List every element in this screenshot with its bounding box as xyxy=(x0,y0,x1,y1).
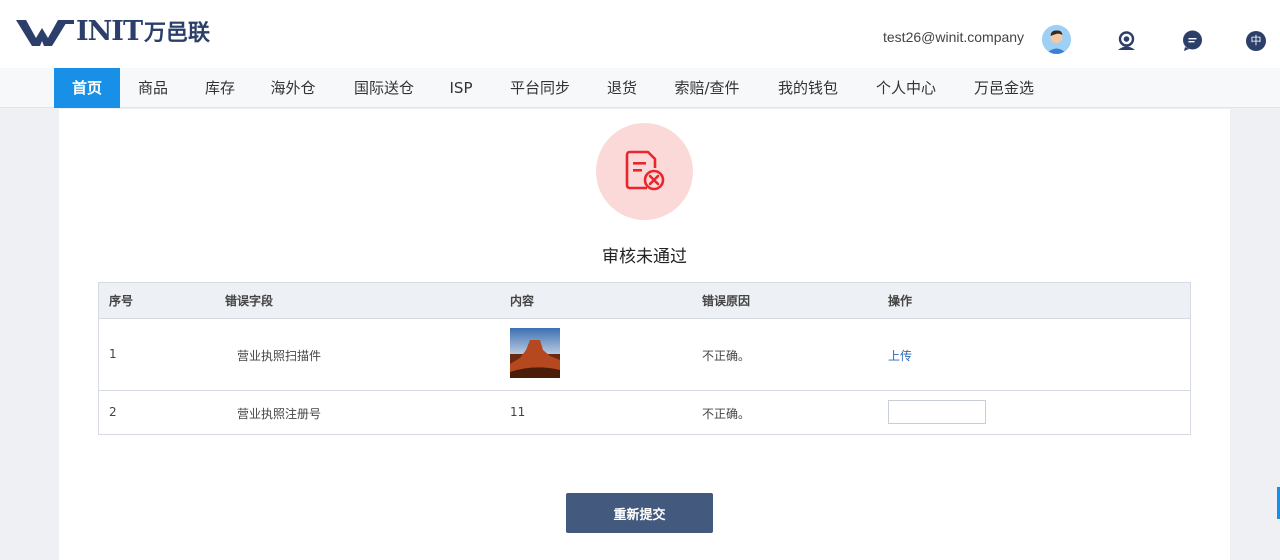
error-table: 序号 错误字段 内容 错误原因 操作 1 营业执照扫描件 不正确。 上传 2 营… xyxy=(98,282,1191,435)
header-index: 序号 xyxy=(109,294,134,308)
logo-w-mark xyxy=(16,20,74,46)
nav-item-inventory[interactable]: 库存 xyxy=(192,68,248,108)
nav-item-platform-sync[interactable]: 平台同步 xyxy=(498,68,582,108)
language-icon[interactable]: 中 xyxy=(1246,31,1266,51)
row-index: 2 xyxy=(109,405,117,419)
header-content: 内容 xyxy=(510,294,535,308)
table-row: 2 营业执照注册号 11 不正确。 xyxy=(99,391,1190,434)
nav-item-overseas-warehouse[interactable]: 海外仓 xyxy=(258,68,328,108)
nav-item-claims[interactable]: 索赔/查件 xyxy=(662,68,752,108)
header-action: 操作 xyxy=(888,294,913,308)
image-thumbnail xyxy=(510,328,560,378)
upload-link[interactable]: 上传 xyxy=(888,347,912,364)
nav-item-winit-select[interactable]: 万邑金选 xyxy=(962,68,1046,108)
table-row: 1 营业执照扫描件 不正确。 上传 xyxy=(99,319,1190,391)
review-status-text: 审核未通过 xyxy=(602,247,687,267)
nav-item-returns[interactable]: 退货 xyxy=(596,68,648,108)
winit-logo[interactable]: INIT 万邑联 xyxy=(16,14,210,48)
avatar-icon xyxy=(1042,25,1071,54)
message-icon[interactable] xyxy=(1182,30,1203,51)
avatar[interactable] xyxy=(1042,25,1071,54)
row-reason: 不正确。 xyxy=(702,407,751,421)
header-error-field: 错误字段 xyxy=(225,294,274,308)
user-email[interactable]: test26@winit.company xyxy=(883,29,1024,45)
header-error-reason: 错误原因 xyxy=(702,294,751,308)
nav-item-products[interactable]: 商品 xyxy=(126,68,180,108)
row-content: 11 xyxy=(510,405,526,419)
logo-text: INIT xyxy=(76,15,143,47)
registration-number-input[interactable] xyxy=(888,400,986,424)
main-nav: 首页 商品 库存 海外仓 国际送仓 ISP 平台同步 退货 索赔/查件 我的钱包… xyxy=(0,68,1280,108)
document-reject-icon xyxy=(625,150,665,191)
main-content: 审核未通过 序号 错误字段 内容 错误原因 操作 1 营业执照扫描件 不正确。 … xyxy=(59,109,1230,560)
row-field: 营业执照扫描件 xyxy=(237,349,322,363)
license-scan-thumbnail[interactable] xyxy=(510,328,560,378)
row-index: 1 xyxy=(109,347,117,361)
logo-cn-text: 万邑联 xyxy=(144,21,211,46)
nav-item-international-delivery[interactable]: 国际送仓 xyxy=(342,68,426,108)
row-reason: 不正确。 xyxy=(702,349,751,363)
header: INIT 万邑联 test26@winit.company 中 xyxy=(0,0,1280,68)
table-header: 序号 错误字段 内容 错误原因 操作 xyxy=(99,283,1190,319)
nav-item-isp[interactable]: ISP xyxy=(440,68,482,108)
nav-item-home[interactable]: 首页 xyxy=(54,68,120,108)
resubmit-button[interactable]: 重新提交 xyxy=(566,493,713,533)
nav-item-profile[interactable]: 个人中心 xyxy=(864,68,948,108)
row-field: 营业执照注册号 xyxy=(237,407,322,421)
nav-item-wallet[interactable]: 我的钱包 xyxy=(766,68,850,108)
customer-service-icon[interactable] xyxy=(1116,30,1137,51)
status-icon-circle xyxy=(596,123,693,220)
